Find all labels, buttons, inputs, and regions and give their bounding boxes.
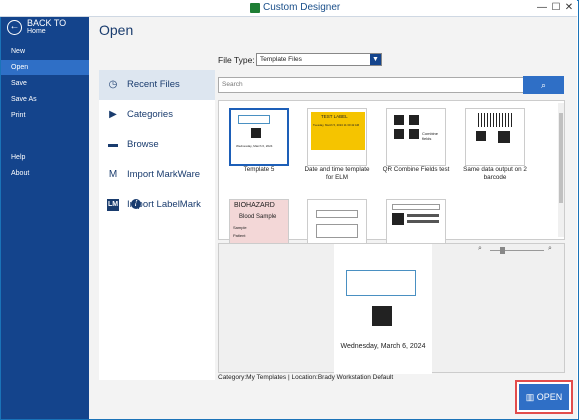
main-panel: Open ◷ Recent Files ▶ Categories ▬ Brows… [89, 17, 577, 419]
back-arrow-icon: ← [7, 20, 22, 35]
template-thumbnail: Wednesday, March 6, 2024 [229, 108, 289, 166]
open-button[interactable]: ▥ OPEN [515, 380, 573, 414]
browse-item[interactable]: ▬ Browse [99, 130, 215, 160]
preview-date: Wednesday, March 6, 2024 [340, 343, 426, 350]
thumb-field: Patient [233, 233, 246, 238]
template-caption: Date and time template for ELM [304, 166, 370, 181]
template-caption: Template 5 [243, 166, 275, 173]
categories-label: Categories [127, 109, 173, 120]
window-title: Custom Designer [263, 2, 341, 13]
recent-files-item[interactable]: ◷ Recent Files [99, 70, 215, 100]
thumb-date: Wednesday, March 6, 2024 [236, 144, 273, 148]
import-labelmark-label: Import LabelMark [127, 199, 201, 210]
thumb-text: Combine fields [422, 131, 439, 141]
import-labelmark-item[interactable]: LM Import LabelMark [99, 190, 215, 220]
recent-files-label: Recent Files [127, 79, 180, 90]
template-grid: Wednesday, March 6, 2024 Template 5 TEST… [218, 100, 565, 257]
thumb-sub: Blood Sample [239, 214, 277, 220]
search-icon: ⌕ [540, 80, 547, 90]
labelmark-icon: LM [107, 199, 119, 211]
thumb-date: Tuesday, March 5, 2024 11:30:42 AM [313, 123, 360, 127]
file-type-label: File Type: [218, 55, 255, 65]
sidebar: ← BACK TO Home New Open Save Save As Pri… [1, 17, 89, 419]
folder-icon: ▬ [108, 139, 118, 150]
sidebar-item-new[interactable]: New [1, 44, 89, 59]
markware-icon: M [108, 169, 118, 180]
open-button-label: OPEN [536, 392, 563, 402]
thumb-title: TEST LABEL [321, 114, 348, 119]
search-button[interactable]: ⌕ [523, 76, 564, 94]
template-scrollbar[interactable] [558, 103, 564, 237]
file-type-value: Template Files [260, 56, 302, 63]
status-text: Category:My Templates | Location:Brady W… [218, 374, 394, 381]
back-label: BACK TO [27, 18, 67, 28]
import-markware-label: Import MarkWare [127, 169, 201, 180]
search-input[interactable]: Search [218, 77, 534, 93]
preview-qr [372, 306, 392, 326]
zoom-slider[interactable]: ⌕ ⌕ [476, 245, 560, 255]
minimize-icon[interactable]: — [536, 1, 548, 15]
template-thumbnail [465, 108, 525, 166]
back-to-home-button[interactable]: ← BACK TO Home [5, 17, 89, 41]
preview-scrollbar[interactable] [558, 246, 564, 372]
file-type-select[interactable]: Template Files ▼ [256, 53, 382, 66]
page-title: Open [99, 22, 134, 38]
template-thumbnail: Combine fields [386, 108, 446, 166]
sidebar-item-open[interactable]: Open [1, 60, 89, 75]
template-caption: QR Combine Fields test [382, 166, 450, 173]
sidebar-item-save-as[interactable]: Save As [1, 92, 89, 107]
zoom-in-icon[interactable]: ⌕ [548, 245, 556, 253]
thumb-field: Sample [233, 225, 247, 230]
template-thumbnail: TEST LABEL Tuesday, March 5, 2024 11:30:… [307, 108, 367, 166]
chevron-down-icon: ▼ [370, 54, 381, 65]
sidebar-item-help[interactable]: Help [1, 150, 89, 165]
app-icon [250, 3, 260, 13]
template-preview: Wednesday, March 6, 2024 [218, 243, 565, 374]
tag-icon: ▶ [109, 109, 117, 120]
maximize-icon[interactable]: ☐ [550, 1, 562, 15]
preview-card: Wednesday, March 6, 2024 [334, 244, 432, 374]
sidebar-item-about[interactable]: About [1, 166, 89, 181]
sidebar-item-save[interactable]: Save [1, 76, 89, 91]
import-markware-item[interactable]: M Import MarkWare i [99, 160, 215, 210]
thumb-title: BIOHAZARD [234, 202, 275, 209]
open-source-list: ◷ Recent Files ▶ Categories ▬ Browse M I… [99, 70, 215, 380]
clock-icon: ◷ [108, 79, 118, 90]
template-caption: Same data output on 2 barcode [463, 166, 527, 181]
zoom-out-icon[interactable]: ⌕ [478, 245, 486, 253]
title-bar: Custom Designer — ☐ ✕ [0, 0, 577, 17]
back-sub-label: Home [27, 28, 46, 35]
browse-label: Browse [127, 139, 159, 150]
book-icon: ▥ [525, 392, 537, 402]
zoom-handle[interactable] [500, 247, 505, 254]
scrollbar-thumb[interactable] [559, 113, 563, 203]
sidebar-item-print[interactable]: Print [1, 108, 89, 123]
categories-item[interactable]: ▶ Categories [99, 100, 215, 130]
close-icon[interactable]: ✕ [563, 1, 575, 15]
